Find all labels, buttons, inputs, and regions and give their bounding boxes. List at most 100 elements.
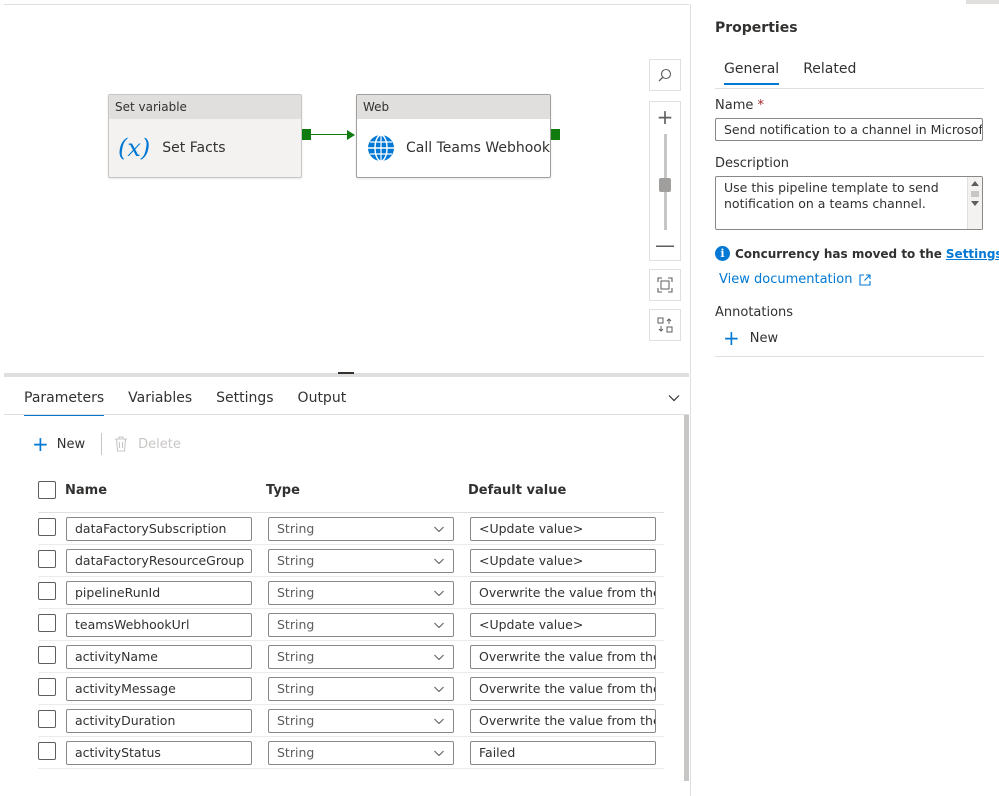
table-row: activityStatus String Failed [38,737,664,769]
new-parameter-button[interactable]: + New [32,434,85,454]
parameter-type-dropdown[interactable]: String [268,516,454,541]
parameter-name-input[interactable]: dataFactoryResourceGroup [66,548,252,573]
parameter-name-input[interactable]: activityStatus [66,740,252,765]
chevron-down-icon [434,590,444,596]
description-textarea[interactable]: Use this pipeline template to send notif… [715,176,983,230]
connector-arrow [347,130,355,140]
parameter-type-value: String [277,680,315,696]
tab-related[interactable]: Related [803,61,856,85]
activity-web[interactable]: Web Call Teams Webhook [356,94,551,178]
parameter-type-dropdown[interactable]: String [268,740,454,765]
parameter-name-input[interactable]: teamsWebhookUrl [66,612,252,637]
parameter-default-input[interactable]: Overwrite the value from the [470,676,656,701]
parameter-default-input[interactable]: <Update value> [470,516,656,541]
table-row: dataFactorySubscription String <Update val… [38,513,664,545]
properties-panel: Properties General Related Name * Send n… [690,4,999,796]
tab-parameters[interactable]: Parameters [24,390,105,416]
scroll-thumb[interactable] [971,191,979,197]
properties-title: Properties [715,20,798,36]
chevron-down-icon [434,750,444,756]
parameter-default-input[interactable]: Overwrite the value from the [470,644,656,669]
parameter-type-value: String [277,648,315,664]
chevron-down-icon [434,686,444,692]
row-checkbox[interactable] [38,614,56,632]
tab-general[interactable]: General [724,61,780,85]
delete-parameter-button[interactable]: Delete [114,436,181,452]
parameter-type-value: String [277,712,315,728]
parameter-type-dropdown[interactable]: String [268,548,454,573]
name-label: Name * [715,98,764,113]
activity-set-variable[interactable]: Set variable (x) Set Facts [108,94,302,178]
parameter-name-input[interactable]: pipelineRunId [66,580,252,605]
chevron-down-icon[interactable] [667,391,681,405]
info-icon: i [715,246,730,261]
row-checkbox[interactable] [38,582,56,600]
select-all-checkbox[interactable] [38,481,56,499]
search-canvas-button[interactable] [649,59,681,91]
description-label: Description [715,156,790,171]
row-checkbox[interactable] [38,678,56,696]
tab-output[interactable]: Output [298,390,347,416]
activity-name: Call Teams Webhook [406,140,550,156]
parameter-name-input[interactable]: dataFactorySubscription [66,516,252,541]
zoom-slider[interactable]: + — [649,101,681,261]
parameter-type-dropdown[interactable]: String [268,644,454,669]
parameter-type-dropdown[interactable]: String [268,708,454,733]
table-row: teamsWebhookUrl String <Update value> [38,609,664,641]
fit-to-screen-button[interactable] [649,269,681,301]
parameter-type-dropdown[interactable]: String [268,612,454,637]
row-checkbox[interactable] [38,550,56,568]
parameter-name-input[interactable]: activityMessage [66,676,252,701]
bottom-tabs: Parameters Variables Settings Output [24,390,370,416]
activity-name: Set Facts [162,140,226,156]
row-checkbox[interactable] [38,518,56,536]
trash-icon [115,436,128,452]
chevron-down-icon [434,558,444,564]
row-checkbox[interactable] [38,742,56,760]
parameter-type-value: String [277,552,315,568]
vertical-scrollbar[interactable] [684,415,689,781]
row-checkbox[interactable] [38,710,56,728]
chevron-down-icon [434,622,444,628]
chevron-down-icon [434,654,444,660]
parameter-default-input[interactable]: Overwrite the value from the [470,708,656,733]
scroll-up-icon[interactable] [971,181,979,186]
settings-tab-link[interactable]: Settings tab. [946,247,999,261]
description-text: Use this pipeline template to send notif… [724,180,939,211]
parameter-default-input[interactable]: Failed [470,740,656,765]
parameter-default-input[interactable]: Overwrite the value from the [470,580,656,605]
tab-variables[interactable]: Variables [128,390,192,416]
scroll-down-icon[interactable] [971,201,979,206]
zoom-thumb[interactable] [659,178,671,192]
parameter-type-dropdown[interactable]: String [268,676,454,701]
auto-align-button[interactable] [649,309,681,341]
tabs-divider [4,414,689,415]
new-annotation-button[interactable]: + New [723,328,778,348]
zoom-in-icon[interactable]: + [650,102,680,132]
textarea-scrollbar[interactable] [967,177,982,229]
view-documentation-link[interactable]: View documentation [719,272,872,287]
parameter-default-input[interactable]: <Update value> [470,548,656,573]
tab-settings[interactable]: Settings [216,390,273,416]
column-header-type: Type [266,482,300,498]
parameters-grid: Name Type Default value dataFactorySubsc… [38,479,664,769]
output-port[interactable] [551,129,560,140]
parameter-type-dropdown[interactable]: String [268,580,454,605]
activity-type-label: Web [357,95,550,119]
table-row: pipelineRunId String Overwrite the value f… [38,577,664,609]
pipeline-canvas[interactable]: Set variable (x) Set Facts Web Call Team… [4,4,689,373]
delete-label: Delete [138,436,181,452]
splitter-handle[interactable] [338,372,354,374]
parameter-name-input[interactable]: activityName [66,644,252,669]
parameter-default-input[interactable]: <Update value> [470,612,656,637]
table-row: activityMessage String Overwrite the value… [38,673,664,705]
globe-icon [368,134,394,162]
parameter-name-input[interactable]: activityDuration [66,708,252,733]
column-header-default: Default value [468,482,567,498]
row-checkbox[interactable] [38,646,56,664]
external-link-icon [859,273,872,286]
zoom-out-icon[interactable]: — [650,230,680,260]
search-icon [658,68,672,82]
annotations-label: Annotations [715,305,794,320]
pipeline-name-input[interactable]: Send notification to a channel in Micros… [715,118,983,141]
